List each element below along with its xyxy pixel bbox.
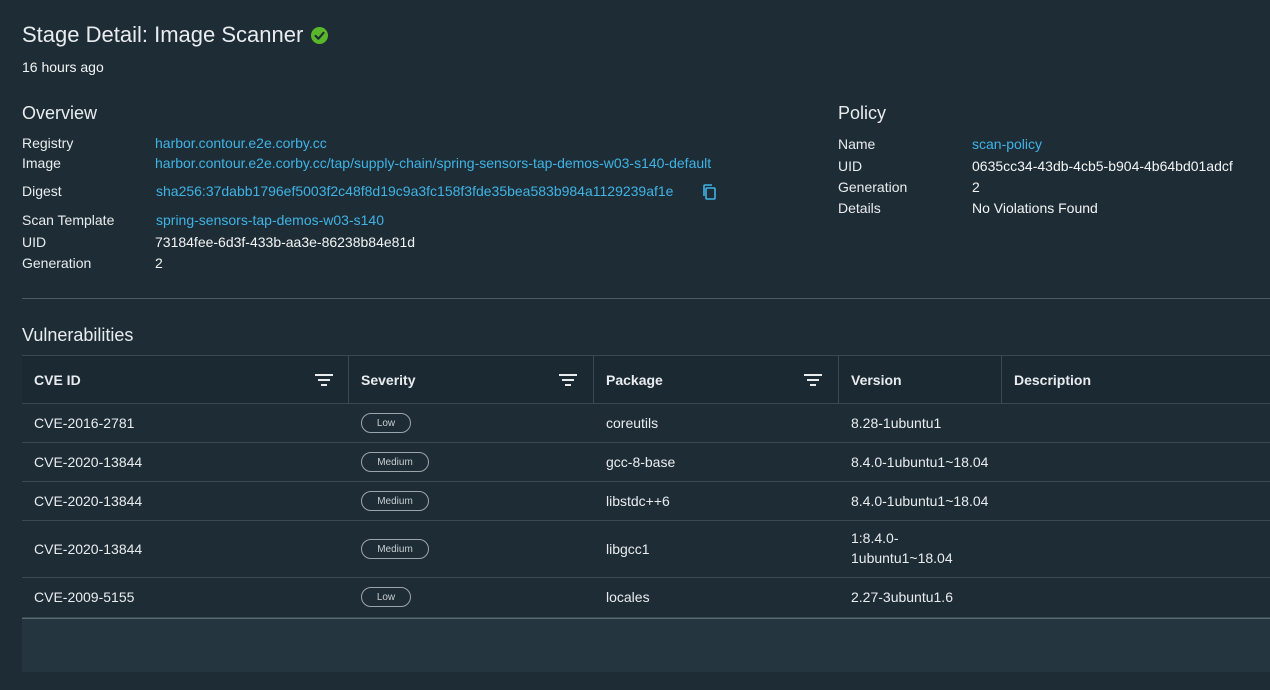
page-title: Stage Detail: Image Scanner bbox=[22, 22, 329, 48]
image-link[interactable]: harbor.contour.e2e.corby.cc/tap/supply-c… bbox=[155, 155, 711, 171]
table-row: CVE-2020-13844 Medium gcc-8-base 8.4.0-1… bbox=[22, 443, 1270, 482]
table-header: CVE ID Severity Package Version Descript… bbox=[22, 356, 1270, 404]
severity-badge: Medium bbox=[361, 452, 429, 472]
version-value: 8.28-1ubuntu1 bbox=[851, 415, 942, 431]
version-value: 1:8.4.0- bbox=[851, 530, 899, 546]
column-header-severity[interactable]: Severity bbox=[349, 356, 594, 403]
policy-title: Policy bbox=[838, 103, 887, 123]
filter-icon[interactable] bbox=[559, 373, 577, 387]
policy-name-link[interactable]: scan-policy bbox=[972, 136, 1042, 152]
version-value: 2.27-3ubuntu1.6 bbox=[851, 589, 953, 605]
check-circle-icon bbox=[311, 26, 329, 44]
filter-icon[interactable] bbox=[804, 373, 822, 387]
version-value: 8.4.0-1ubuntu1~18.04 bbox=[851, 493, 989, 509]
cve-link[interactable]: CVE-2020-13844 bbox=[34, 541, 142, 557]
cve-link[interactable]: CVE-2016-2781 bbox=[34, 415, 134, 431]
version-value: 8.4.0-1ubuntu1~18.04 bbox=[851, 454, 989, 470]
digest-link[interactable]: sha256:37dabb1796ef5003f2c48f8d19c9a3fc1… bbox=[156, 183, 673, 199]
column-label: Package bbox=[606, 371, 663, 388]
table-row: CVE-2020-13844 Medium libgcc1 1:8.4.0- 1… bbox=[22, 521, 1270, 578]
policy-uid-label: UID bbox=[838, 158, 863, 174]
column-label: Severity bbox=[361, 371, 416, 388]
severity-badge: Low bbox=[361, 413, 411, 433]
vulnerabilities-title: Vulnerabilities bbox=[22, 325, 134, 345]
overview-title: Overview bbox=[22, 103, 98, 123]
column-header-cve-id[interactable]: CVE ID bbox=[22, 356, 349, 403]
table-row: CVE-2016-2781 Low coreutils 8.28-1ubuntu… bbox=[22, 404, 1270, 443]
filter-icon[interactable] bbox=[315, 373, 333, 387]
package-name: gcc-8-base bbox=[606, 454, 676, 470]
column-header-package[interactable]: Package bbox=[594, 356, 839, 403]
column-label: Version bbox=[851, 371, 902, 388]
scan-template-link[interactable]: spring-sensors-tap-demos-w03-s140 bbox=[156, 212, 384, 228]
generation-value: 2 bbox=[155, 255, 163, 271]
copy-icon[interactable] bbox=[702, 184, 716, 200]
package-name: libstdc++6 bbox=[606, 493, 670, 509]
column-header-description[interactable]: Description bbox=[1002, 356, 1270, 403]
registry-label: Registry bbox=[22, 135, 74, 151]
table-footer bbox=[22, 618, 1270, 672]
policy-details-value: No Violations Found bbox=[972, 200, 1098, 216]
policy-name-label: Name bbox=[838, 136, 876, 152]
package-name: libgcc1 bbox=[606, 541, 650, 557]
version-value-continued: 1ubuntu1~18.04 bbox=[851, 550, 953, 566]
generation-label: Generation bbox=[22, 255, 92, 271]
cve-link[interactable]: CVE-2020-13844 bbox=[34, 454, 142, 470]
vulnerabilities-table: CVE ID Severity Package Version Descript… bbox=[22, 355, 1270, 672]
registry-link[interactable]: harbor.contour.e2e.corby.cc bbox=[155, 135, 327, 151]
column-label: CVE ID bbox=[34, 371, 81, 388]
severity-badge: Low bbox=[361, 587, 411, 607]
table-row: CVE-2020-13844 Medium libstdc++6 8.4.0-1… bbox=[22, 482, 1270, 521]
policy-generation-value: 2 bbox=[972, 179, 980, 195]
time-ago: 16 hours ago bbox=[22, 59, 104, 75]
column-header-version[interactable]: Version bbox=[839, 356, 1002, 403]
column-label: Description bbox=[1014, 371, 1092, 388]
package-name: locales bbox=[606, 589, 650, 605]
policy-details-label: Details bbox=[838, 200, 881, 216]
table-row: CVE-2009-5155 Low locales 2.27-3ubuntu1.… bbox=[22, 578, 1270, 618]
cve-link[interactable]: CVE-2009-5155 bbox=[34, 589, 134, 605]
image-label: Image bbox=[22, 155, 61, 171]
uid-label: UID bbox=[22, 234, 47, 250]
package-name: coreutils bbox=[606, 415, 659, 431]
uid-value: 73184fee-6d3f-433b-aa3e-86238b84e81d bbox=[155, 234, 416, 250]
cve-link[interactable]: CVE-2020-13844 bbox=[34, 493, 142, 509]
page-title-text: Stage Detail: Image Scanner bbox=[22, 22, 304, 47]
policy-generation-label: Generation bbox=[838, 179, 908, 195]
digest-label: Digest bbox=[22, 183, 62, 199]
severity-badge: Medium bbox=[361, 491, 429, 511]
severity-badge: Medium bbox=[361, 539, 429, 559]
section-divider bbox=[22, 298, 1270, 299]
policy-uid-value: 0635cc34-43db-4cb5-b904-4b64bd01adcf bbox=[972, 158, 1233, 174]
scan-template-label: Scan Template bbox=[22, 212, 115, 228]
